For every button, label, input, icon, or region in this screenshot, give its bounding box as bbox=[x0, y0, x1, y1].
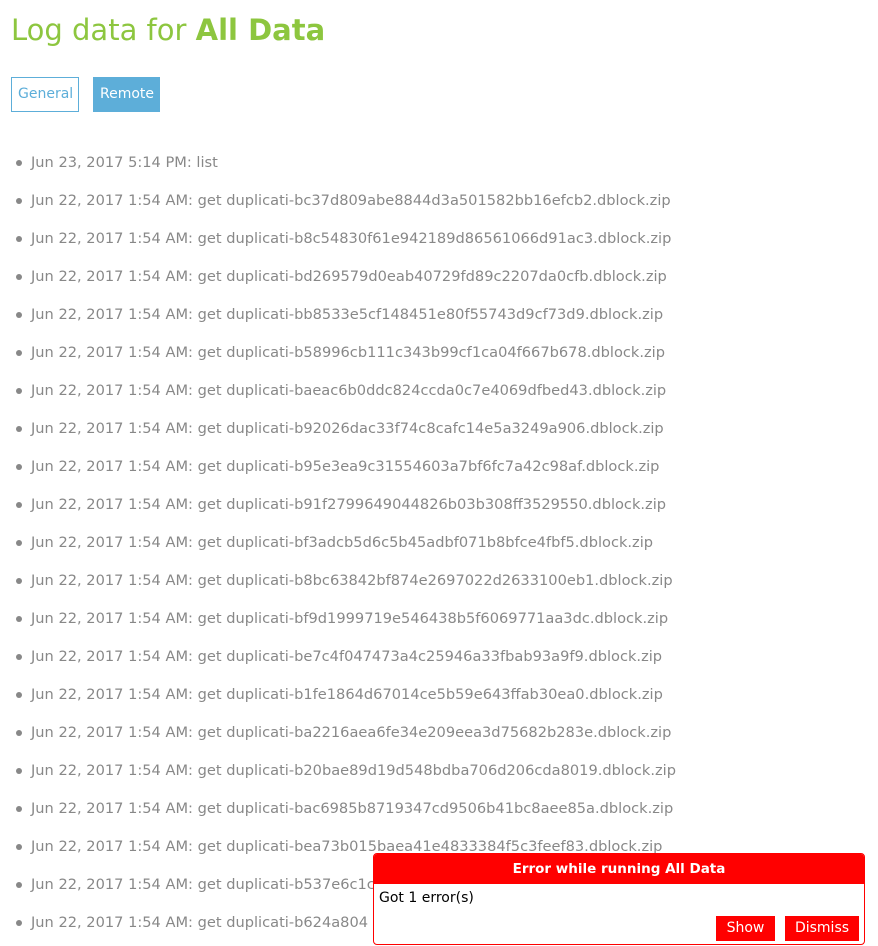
page-title-backup-name: All Data bbox=[195, 13, 326, 47]
bullet-icon bbox=[16, 236, 22, 242]
log-entry[interactable]: Jun 22, 2017 1:54 AM: get duplicati-b920… bbox=[0, 410, 878, 448]
log-entry-text: Jun 22, 2017 1:54 AM: get duplicati-b1fe… bbox=[31, 686, 663, 703]
log-entry-text: Jun 22, 2017 1:54 AM: get duplicati-b91f… bbox=[31, 496, 667, 513]
log-entry[interactable]: Jun 22, 2017 1:54 AM: get duplicati-b91f… bbox=[0, 486, 878, 524]
log-entry-text: Jun 22, 2017 1:54 AM: get duplicati-b624… bbox=[31, 914, 369, 931]
tab-general[interactable]: General bbox=[11, 77, 79, 112]
bullet-icon bbox=[16, 426, 22, 432]
log-entry-text: Jun 22, 2017 1:54 AM: get duplicati-bd26… bbox=[31, 268, 667, 285]
log-entry-text: Jun 22, 2017 1:54 AM: get duplicati-b20b… bbox=[31, 762, 676, 779]
log-entry[interactable]: Jun 22, 2017 1:54 AM: get duplicati-bf3a… bbox=[0, 524, 878, 562]
error-notification: Error while running All Data Got 1 error… bbox=[373, 853, 865, 945]
log-entry-text: Jun 22, 2017 1:54 AM: get duplicati-bac6… bbox=[31, 800, 674, 817]
error-notification-message: Got 1 error(s) bbox=[379, 890, 474, 906]
log-entry[interactable]: Jun 22, 2017 1:54 AM: get duplicati-be7c… bbox=[0, 638, 878, 676]
log-entry-text: Jun 22, 2017 1:54 AM: get duplicati-bb85… bbox=[31, 306, 664, 323]
bullet-icon bbox=[16, 502, 22, 508]
page-title: Log data for All Data bbox=[11, 10, 325, 50]
log-entry[interactable]: Jun 22, 2017 1:54 AM: get duplicati-b95e… bbox=[0, 448, 878, 486]
log-entry[interactable]: Jun 22, 2017 1:54 AM: get duplicati-bd26… bbox=[0, 258, 878, 296]
bullet-icon bbox=[16, 388, 22, 394]
log-entry-text: Jun 22, 2017 1:54 AM: get duplicati-b537… bbox=[31, 876, 375, 893]
log-entry-text: Jun 22, 2017 1:54 AM: get duplicati-baea… bbox=[31, 382, 667, 399]
bullet-icon bbox=[16, 274, 22, 280]
log-entry-text: Jun 22, 2017 1:54 AM: get duplicati-ba22… bbox=[31, 724, 672, 741]
bullet-icon bbox=[16, 540, 22, 546]
show-error-button[interactable]: Show bbox=[716, 916, 775, 941]
bullet-icon bbox=[16, 806, 22, 812]
bullet-icon bbox=[16, 882, 22, 888]
bullet-icon bbox=[16, 350, 22, 356]
bullet-icon bbox=[16, 616, 22, 622]
log-entry[interactable]: Jun 22, 2017 1:54 AM: get duplicati-b8bc… bbox=[0, 562, 878, 600]
log-entry-text: Jun 22, 2017 1:54 AM: get duplicati-bc37… bbox=[31, 192, 671, 209]
log-entry-text: Jun 22, 2017 1:54 AM: get duplicati-b920… bbox=[31, 420, 664, 437]
log-entry-text: Jun 22, 2017 1:54 AM: get duplicati-b95e… bbox=[31, 458, 660, 475]
bullet-icon bbox=[16, 160, 22, 166]
remote-log-list: Jun 23, 2017 5:14 PM: list Jun 22, 2017 1… bbox=[0, 144, 878, 942]
log-entry[interactable]: Jun 22, 2017 1:54 AM: get duplicati-b589… bbox=[0, 334, 878, 372]
log-entry[interactable]: Jun 22, 2017 1:54 AM: get duplicati-b20b… bbox=[0, 752, 878, 790]
bullet-icon bbox=[16, 844, 22, 850]
log-entry-text: Jun 22, 2017 1:54 AM: get duplicati-be7c… bbox=[31, 648, 663, 665]
log-entry[interactable]: Jun 22, 2017 1:54 AM: get duplicati-bb85… bbox=[0, 296, 878, 334]
log-entry[interactable]: Jun 22, 2017 1:54 AM: get duplicati-ba22… bbox=[0, 714, 878, 752]
bullet-icon bbox=[16, 578, 22, 584]
log-entry[interactable]: Jun 22, 2017 1:54 AM: get duplicati-bac6… bbox=[0, 790, 878, 828]
error-notification-title: Error while running All Data bbox=[374, 854, 864, 884]
log-entry-text: Jun 22, 2017 1:54 AM: get duplicati-b8bc… bbox=[31, 572, 673, 589]
bullet-icon bbox=[16, 768, 22, 774]
bullet-icon bbox=[16, 920, 22, 926]
log-entry[interactable]: Jun 22, 2017 1:54 AM: get duplicati-b1fe… bbox=[0, 676, 878, 714]
bullet-icon bbox=[16, 692, 22, 698]
log-entry-text: Jun 22, 2017 1:54 AM: get duplicati-bf9d… bbox=[31, 610, 669, 627]
log-entry-text: Jun 22, 2017 1:54 AM: get duplicati-b589… bbox=[31, 344, 665, 361]
bullet-icon bbox=[16, 730, 22, 736]
bullet-icon bbox=[16, 198, 22, 204]
log-tabs: General Remote bbox=[11, 77, 160, 112]
log-entry[interactable]: Jun 23, 2017 5:14 PM: list bbox=[0, 144, 878, 182]
bullet-icon bbox=[16, 464, 22, 470]
log-entry[interactable]: Jun 22, 2017 1:54 AM: get duplicati-bf9d… bbox=[0, 600, 878, 638]
log-entry-text: Jun 22, 2017 1:54 AM: get duplicati-bf3a… bbox=[31, 534, 654, 551]
page-title-prefix: Log data for bbox=[11, 13, 196, 47]
log-page: Log data for All Data General Remote Jun… bbox=[0, 0, 878, 946]
log-entry-text: Jun 23, 2017 5:14 PM: list bbox=[31, 154, 218, 171]
log-entry[interactable]: Jun 22, 2017 1:54 AM: get duplicati-bc37… bbox=[0, 182, 878, 220]
tab-remote[interactable]: Remote bbox=[93, 77, 160, 112]
bullet-icon bbox=[16, 654, 22, 660]
log-entry[interactable]: Jun 22, 2017 1:54 AM: get duplicati-baea… bbox=[0, 372, 878, 410]
bullet-icon bbox=[16, 312, 22, 318]
log-entry[interactable]: Jun 22, 2017 1:54 AM: get duplicati-b8c5… bbox=[0, 220, 878, 258]
dismiss-error-button[interactable]: Dismiss bbox=[785, 916, 859, 941]
log-entry-text: Jun 22, 2017 1:54 AM: get duplicati-b8c5… bbox=[31, 230, 672, 247]
